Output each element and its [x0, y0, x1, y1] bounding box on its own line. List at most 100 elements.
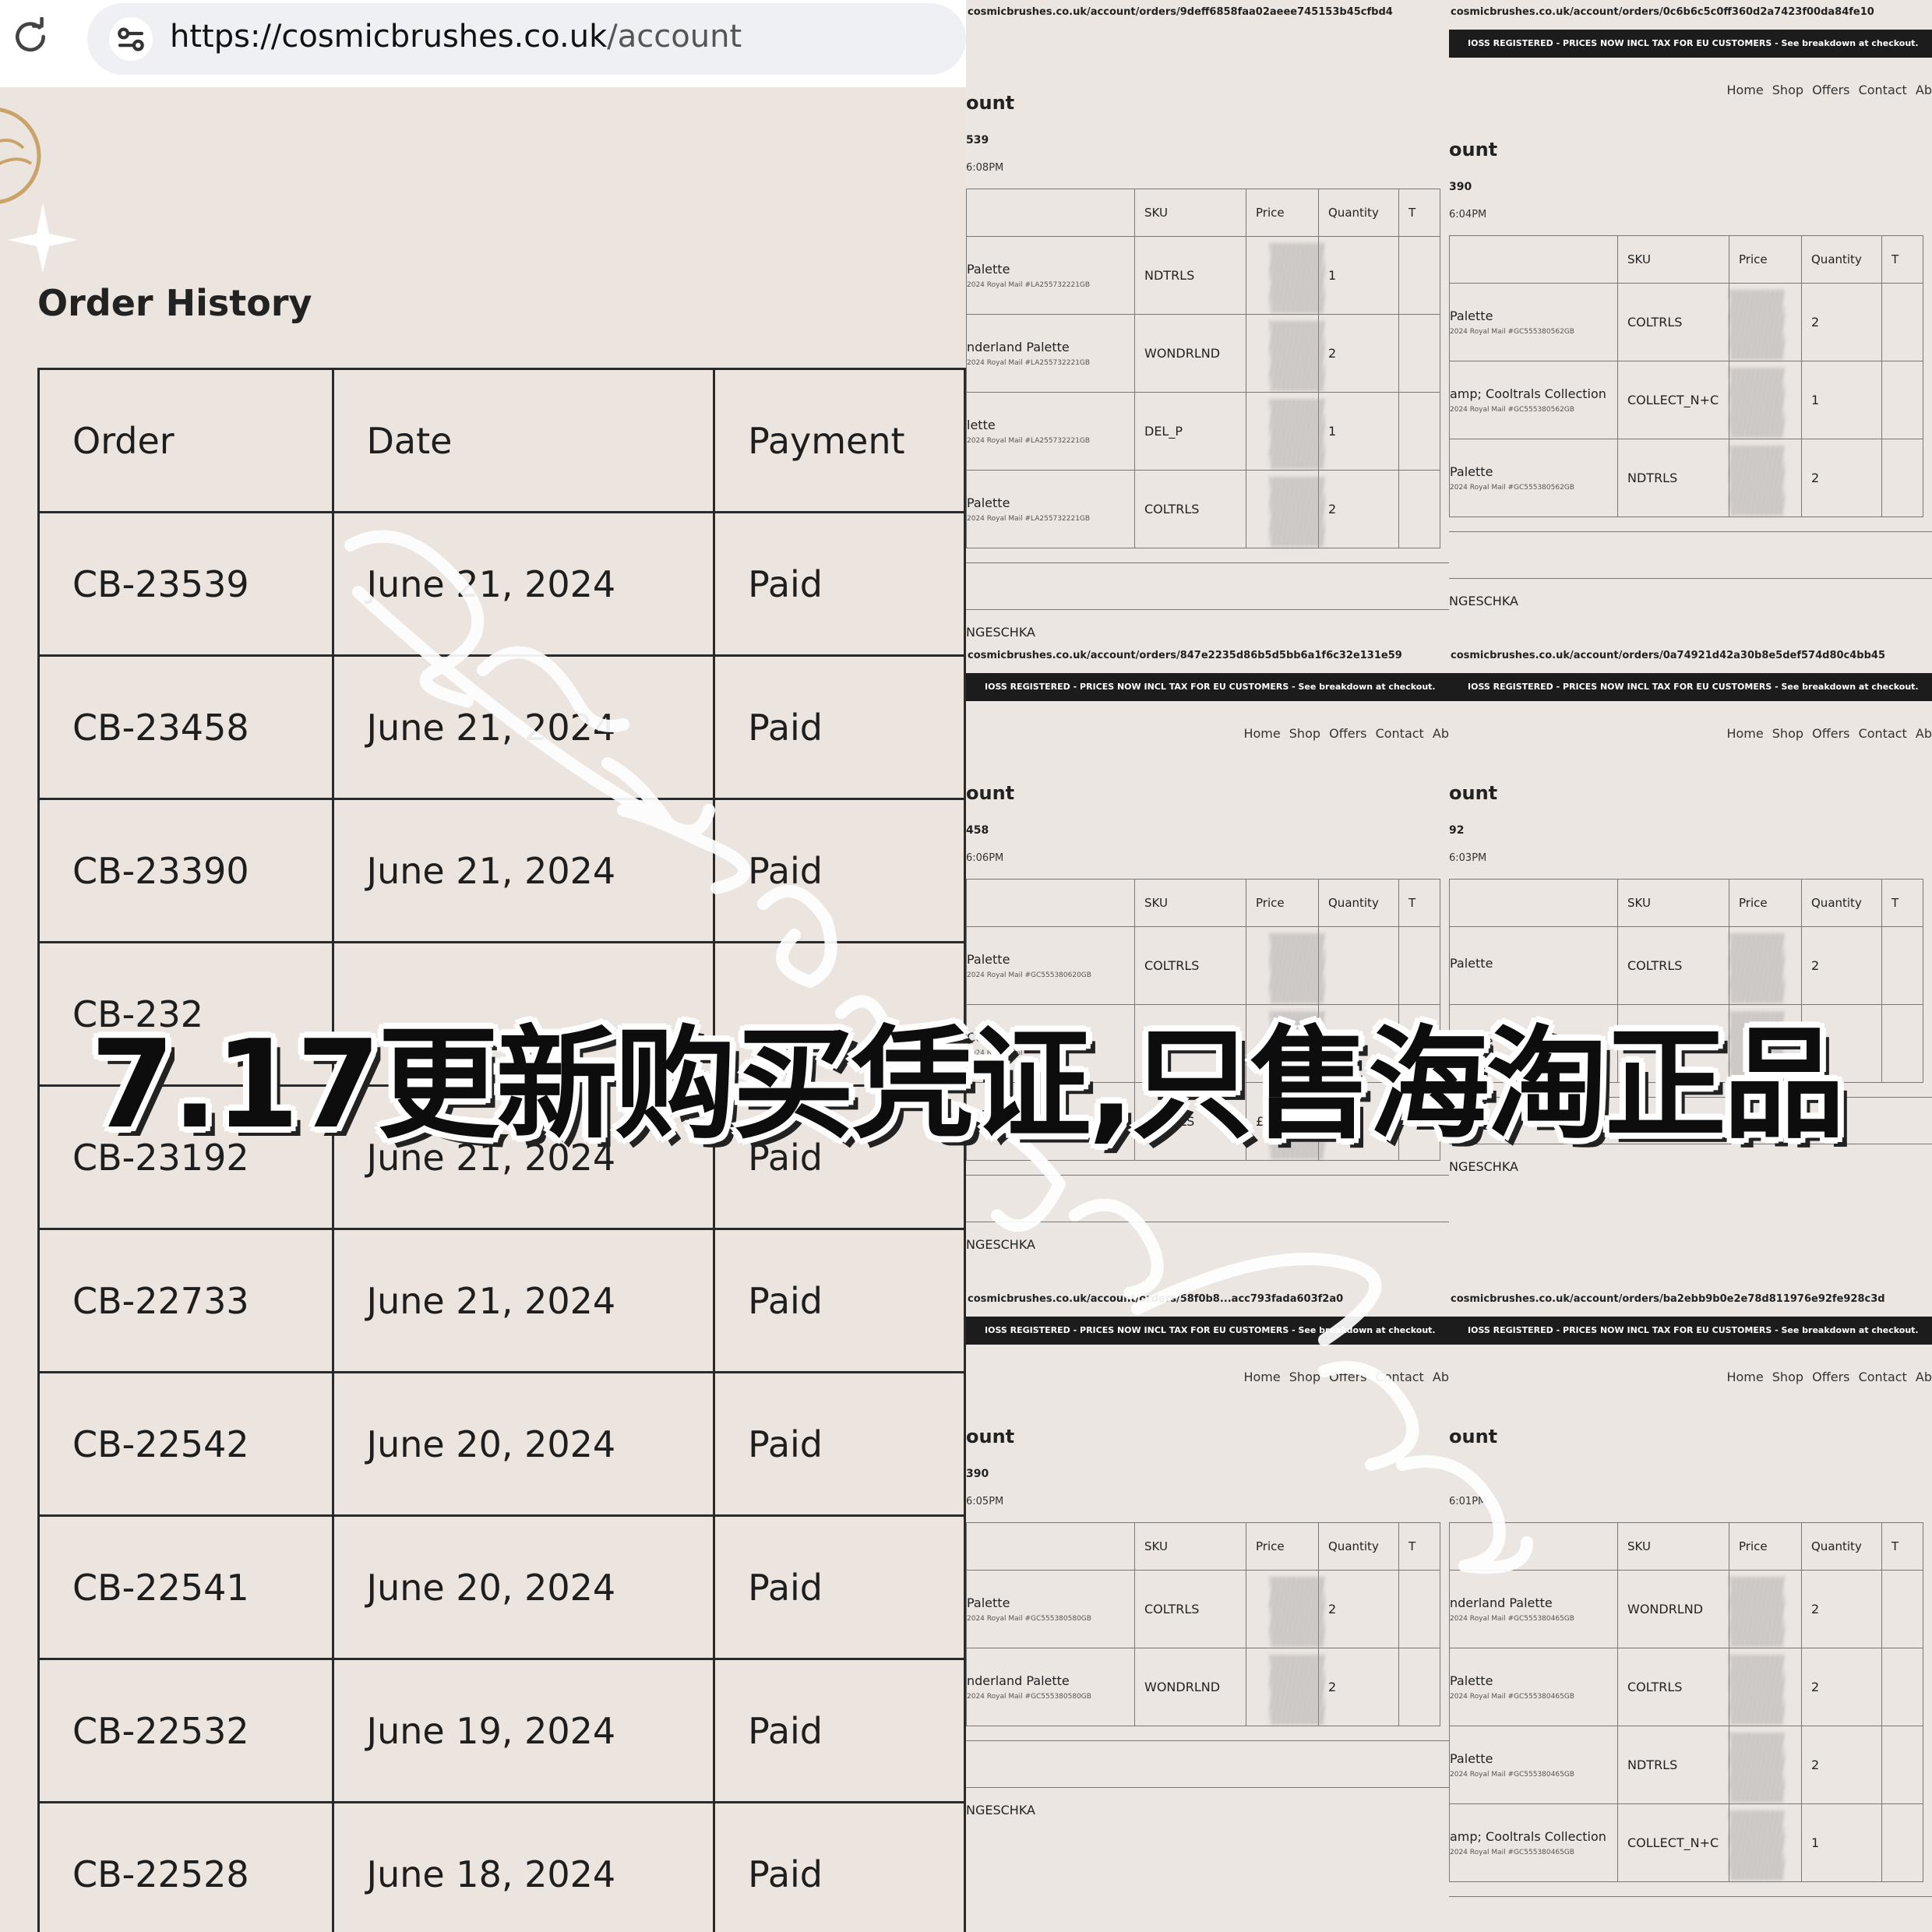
redaction-blur [1729, 1733, 1784, 1803]
order-payment-cell: Paid [713, 1801, 966, 1932]
url-path: /account [607, 19, 742, 55]
col-price: Price [1246, 1522, 1319, 1571]
promo-banner: IOSS REGISTERED - PRICES NOW INCL TAX FO… [1449, 673, 1932, 701]
col-quantity: Quantity [1318, 1522, 1399, 1571]
redaction-blur [1729, 1011, 1784, 1081]
order-order-cell[interactable]: CB-23458 [37, 654, 334, 800]
col-quantity: Quantity [1318, 879, 1399, 927]
site-nav[interactable]: Home Shop Offers Contact Ab [1726, 1370, 1932, 1384]
table-row[interactable]: CB-23192 June 21, 2024 Paid [37, 1084, 966, 1230]
col-sku: SKU [1617, 879, 1729, 927]
product-name: lette [967, 418, 996, 432]
product-name: Palette [1450, 1673, 1493, 1688]
table-row[interactable]: CB-23539 June 21, 2024 Paid [37, 511, 966, 657]
col-sku: SKU [1134, 879, 1246, 927]
order-payment-cell: Paid [713, 798, 966, 943]
product-sku: WONDRLND [1134, 314, 1246, 393]
order-order-cell[interactable]: CB-23192 [37, 1084, 334, 1230]
col-total: T [1398, 879, 1440, 927]
shipping-info: 2024 Royal Mail #GC555380465GB [1450, 1849, 1574, 1856]
product-sku: DEL_P [1134, 392, 1246, 471]
receipt-row: nderland Palette 2024 Royal Mail #GC55538… [1449, 1570, 1923, 1648]
order-order-cell[interactable]: CB-22733 [37, 1228, 334, 1373]
order-date-cell: June 21, 2024 [331, 654, 716, 800]
order-order-cell[interactable]: CB-22532 [37, 1658, 334, 1803]
receipt-screenshot: cosmicbrushes.co.uk/account/orders/847e2… [966, 643, 1449, 1287]
product-sku: WONDRLND [1134, 1648, 1246, 1726]
receipt-url: cosmicbrushes.co.uk/account/orders/58f0b… [968, 1293, 1344, 1305]
site-nav[interactable]: Home Shop Offers Contact Ab [1726, 83, 1932, 97]
order-number: 390 [966, 1468, 989, 1480]
reload-icon[interactable] [11, 17, 50, 56]
order-order-cell[interactable]: CB-23539 [37, 511, 334, 657]
order-order-cell[interactable]: CB-22541 [37, 1514, 334, 1660]
order-payment-cell: Paid [713, 1371, 966, 1517]
account-heading: ount [966, 1426, 1015, 1447]
receipt-row: Palette 2024 Royal Mail #GC555380620GB NDT… [966, 1082, 1440, 1161]
url-text[interactable]: https://cosmicbrushes.co.uk/account [170, 19, 742, 55]
product-name: Palette [1450, 1034, 1493, 1049]
site-settings-icon[interactable] [109, 17, 153, 61]
promo-banner: IOSS REGISTERED - PRICES NOW INCL TAX FO… [966, 673, 1449, 701]
order-order-cell[interactable]: CB-22528 [37, 1801, 334, 1932]
site-nav[interactable]: Home Shop Offers Contact Ab [1243, 1370, 1449, 1384]
product-name: Palette [1450, 956, 1493, 971]
product-name: nderland Palette [967, 1673, 1070, 1688]
shipping-info: 2024 Royal Mail #LA255732221GB [967, 437, 1091, 445]
order-order-cell[interactable]: CB-22542 [37, 1371, 334, 1517]
order-order-cell[interactable]: CB-23390 [37, 798, 334, 943]
shipping-info: 2024 Royal Mail #GC555380620GB [967, 971, 1091, 979]
promo-banner: IOSS REGISTERED - PRICES NOW INCL TAX FO… [966, 1317, 1449, 1345]
order-payment-cell: Paid [713, 1514, 966, 1660]
product-sku: NDTRLS [1134, 236, 1246, 315]
site-nav[interactable]: Home Shop Offers Contact Ab [1726, 726, 1932, 741]
product-name: Palette [967, 262, 1010, 277]
table-row[interactable]: CB-23390 June 21, 2024 Paid [37, 798, 966, 943]
receipt-row: Palette 2 [1449, 1004, 1923, 1083]
product-quantity: 2 [1801, 1004, 1882, 1083]
receipt-items-table: SKU Price Quantity T Palette 2024 Royal Mail … [966, 189, 1440, 548]
table-row[interactable]: CB-232 [37, 941, 966, 1087]
col-sku: SKU [1617, 1522, 1729, 1571]
order-number: 458 [966, 824, 989, 837]
table-row[interactable]: CB-22528 June 18, 2024 Paid [37, 1801, 966, 1932]
product-quantity [1318, 1004, 1399, 1083]
table-row[interactable]: CB-22532 June 19, 2024 Paid [37, 1658, 966, 1803]
order-time: 6:03PM [1449, 852, 1487, 864]
customer-name: NGESCHKA [966, 1787, 1449, 1833]
redaction-blur [1729, 933, 1784, 1003]
product-name: amp; Cooltrals Collection [1450, 386, 1606, 401]
product-quantity: 1 [1318, 236, 1399, 315]
page-title: Order History [37, 282, 312, 324]
receipt-row: amp; Cooltrals Collection 2024 Royal Mail… [1449, 1803, 1923, 1882]
table-row[interactable]: CB-22733 June 21, 2024 Paid [37, 1228, 966, 1373]
order-number: 390 [1449, 181, 1472, 193]
site-nav[interactable]: Home Shop Offers Contact Ab [1243, 726, 1449, 741]
product-quantity: 2 [1801, 926, 1882, 1005]
shipping-info: 2024 Royal Mail #LA255732221GB [967, 281, 1091, 289]
address-bar[interactable]: https://cosmicbrushes.co.uk/account [87, 3, 966, 75]
receipt-row: Palette 2024 Royal Mail #GC555380562GB COL… [1449, 283, 1923, 361]
receipt-screenshot: cosmicbrushes.co.uk/account/orders/58f0b… [966, 1287, 1449, 1930]
promo-banner: IOSS REGISTERED - PRICES NOW INCL TAX FO… [1449, 1317, 1932, 1345]
table-row[interactable]: CB-22541 June 20, 2024 Paid [37, 1514, 966, 1660]
shipping-info: 2024 Royal Mail #GC555380562GB [1450, 484, 1574, 492]
column-header-payment: Payment [713, 368, 966, 513]
redaction-blur [1270, 321, 1324, 391]
table-row[interactable]: CB-23458 June 21, 2024 Paid [37, 654, 966, 800]
receipt-url: cosmicbrushes.co.uk/account/orders/847e2… [968, 650, 1402, 661]
col-total: T [1398, 1522, 1440, 1571]
order-number: 92 [1449, 824, 1465, 837]
product-quantity: 2 [1801, 1648, 1882, 1726]
receipt-row: Palette COLTRLS 2 [1449, 926, 1923, 1005]
product-name: Palette [967, 1595, 1010, 1610]
product-sku: WONDRLND [1617, 1570, 1729, 1648]
product-quantity: 2 [1801, 283, 1882, 361]
table-row[interactable]: CB-22542 June 20, 2024 Paid [37, 1371, 966, 1517]
order-date-cell: June 21, 2024 [331, 1084, 716, 1230]
brand-logo [0, 108, 78, 273]
product-name: Palette [1450, 308, 1493, 323]
product-sku: COLTRLS [1134, 470, 1246, 548]
order-order-cell[interactable]: CB-232 [37, 941, 334, 1087]
receipt-row: lette 2024 Royal Mail #LA255732221GB DEL_P… [966, 392, 1440, 471]
